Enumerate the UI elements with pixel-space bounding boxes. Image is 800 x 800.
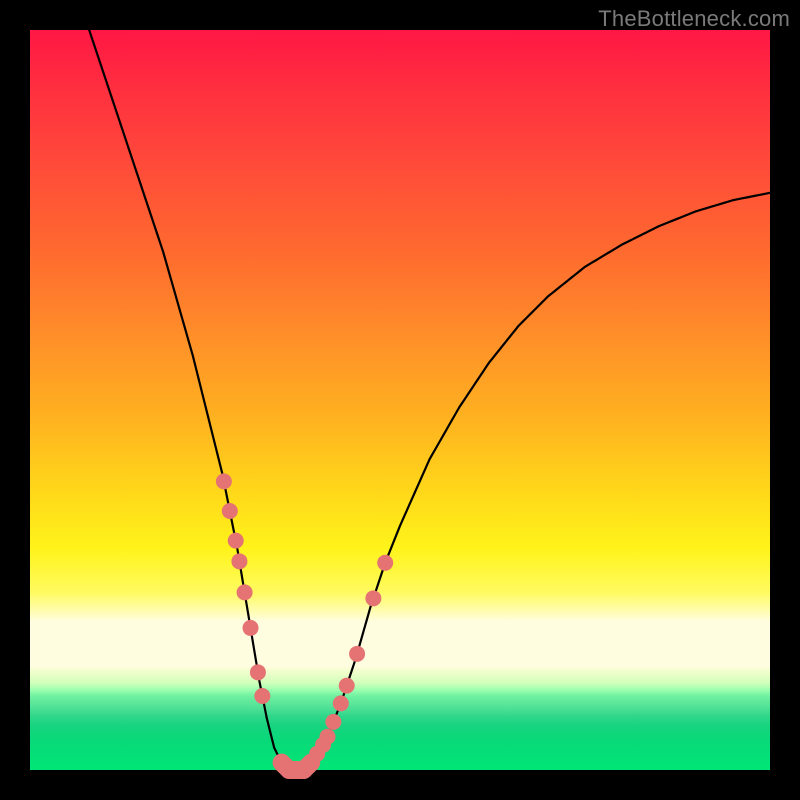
data-point: [237, 584, 253, 600]
data-point: [231, 553, 247, 569]
plot-area: [30, 30, 770, 770]
data-point: [333, 695, 349, 711]
data-point: [254, 688, 270, 704]
curve-layer: [30, 30, 770, 770]
bottleneck-curve: [89, 30, 770, 770]
data-point: [377, 555, 393, 571]
data-point: [339, 678, 355, 694]
dots-left-branch: [216, 473, 270, 704]
data-point: [325, 714, 341, 730]
data-point: [365, 590, 381, 606]
chart-frame: TheBottleneck.com: [0, 0, 800, 800]
data-point: [216, 473, 232, 489]
data-point: [243, 620, 259, 636]
data-point: [228, 533, 244, 549]
data-point: [349, 646, 365, 662]
data-point: [250, 664, 266, 680]
data-point: [319, 729, 335, 745]
watermark-text: TheBottleneck.com: [598, 6, 790, 32]
data-point: [222, 503, 238, 519]
dots-right-branch: [309, 555, 393, 762]
